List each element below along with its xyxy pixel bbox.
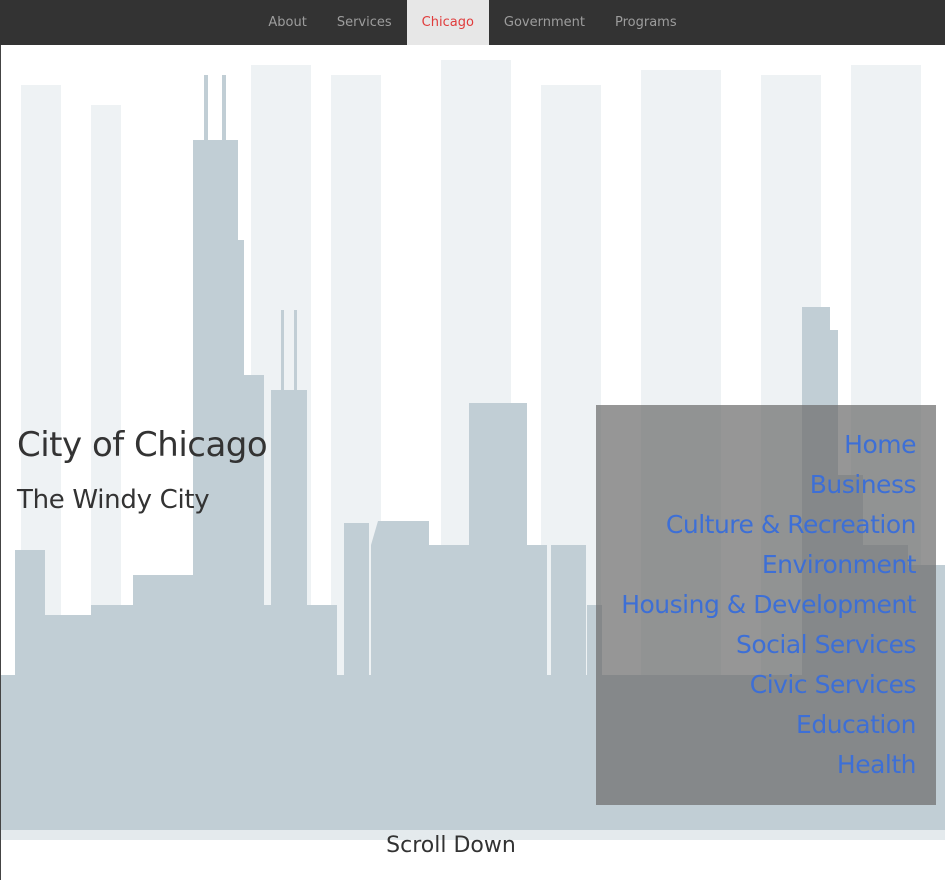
nav-item-government[interactable]: Government xyxy=(489,0,600,45)
side-menu-item-education[interactable]: Education xyxy=(596,705,916,745)
top-navbar: About Services Chicago Government Progra… xyxy=(0,0,945,45)
side-menu-list: Home Business Culture & Recreation Envir… xyxy=(596,425,916,785)
page-title: City of Chicago xyxy=(17,425,268,465)
side-menu-item-housing-development[interactable]: Housing & Development xyxy=(596,585,916,625)
side-menu-item-culture-recreation[interactable]: Culture & Recreation xyxy=(596,505,917,545)
page-subtitle: The Windy City xyxy=(17,485,210,515)
hero-section: City of Chicago The Windy City Home Busi… xyxy=(0,45,945,880)
nav-item-about[interactable]: About xyxy=(253,0,321,45)
side-menu-item-home[interactable]: Home xyxy=(596,425,916,465)
nav-item-chicago[interactable]: Chicago xyxy=(406,0,489,45)
scroll-down-link[interactable]: Scroll Down xyxy=(1,833,901,858)
side-menu-panel: Home Business Culture & Recreation Envir… xyxy=(596,405,936,805)
side-menu-item-health[interactable]: Health xyxy=(596,745,917,785)
side-menu-item-civic-services[interactable]: Civic Services xyxy=(596,665,917,705)
nav-item-programs[interactable]: Programs xyxy=(600,0,692,45)
nav-item-services[interactable]: Services xyxy=(322,0,407,45)
page: About Services Chicago Government Progra… xyxy=(0,0,945,880)
side-menu-item-business[interactable]: Business xyxy=(596,465,917,505)
side-menu-item-social-services[interactable]: Social Services xyxy=(596,625,917,665)
side-menu-item-environment[interactable]: Environment xyxy=(596,545,917,585)
